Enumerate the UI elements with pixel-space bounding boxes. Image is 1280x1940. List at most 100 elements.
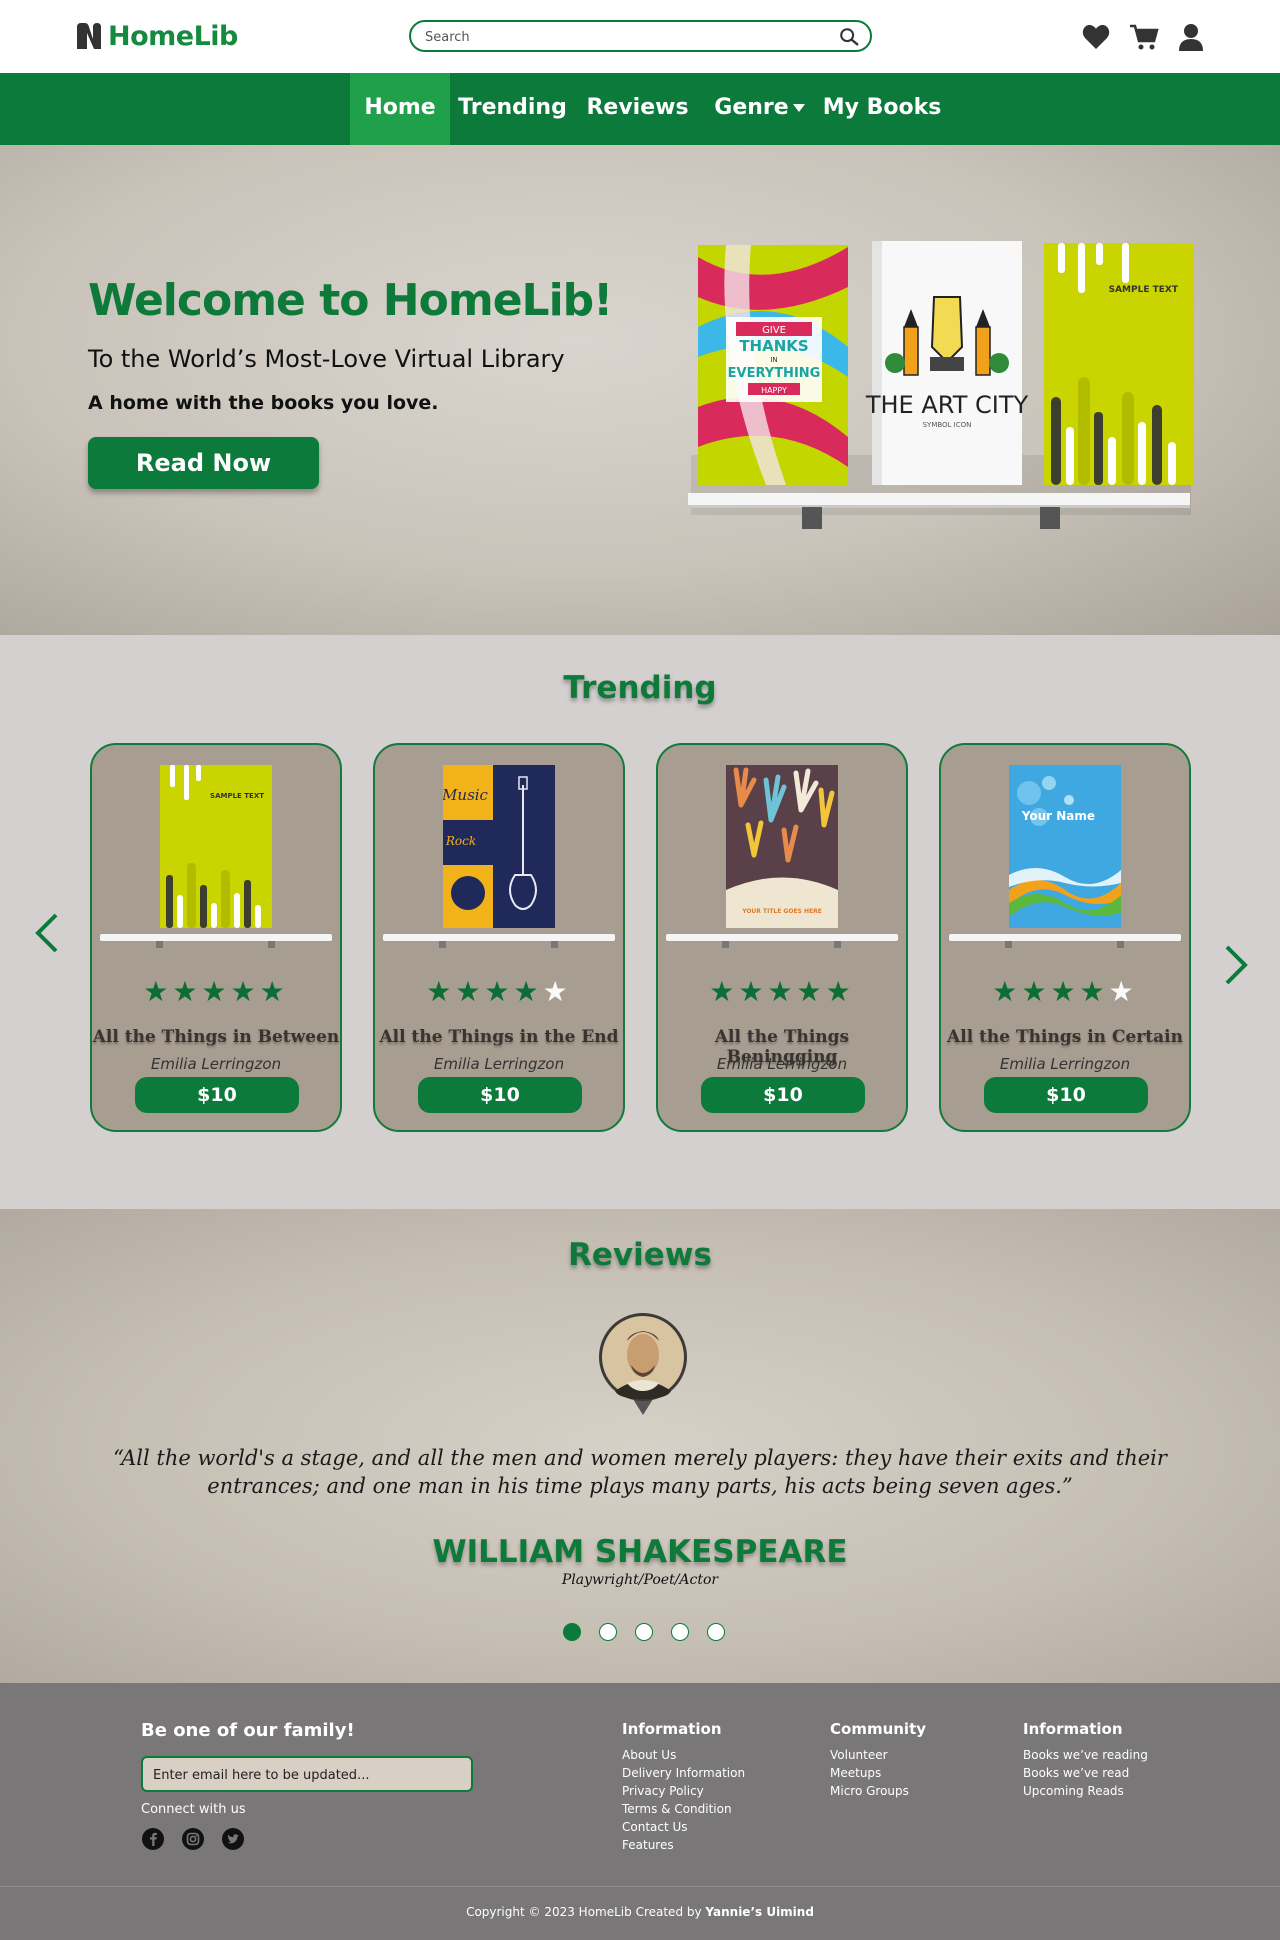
reviewer-name: WILLIAM SHAKESPEARE [432, 1534, 848, 1570]
star-icon: ★ [738, 975, 768, 1008]
carousel-dot[interactable] [707, 1623, 725, 1641]
star-icon: ★ [259, 975, 289, 1008]
book-card[interactable]: Music Rock ★★★★★ All the Things in the E… [373, 743, 625, 1132]
nav-item-my-books[interactable]: My Books [822, 73, 942, 145]
heart-icon[interactable] [1081, 22, 1111, 52]
reviewer-role: Playwright/Poet/Actor [561, 1572, 719, 1588]
star-icon: ★ [796, 975, 826, 1008]
cart-icon[interactable] [1129, 22, 1159, 52]
read-now-button[interactable]: Read Now [88, 437, 319, 489]
hero-book-3[interactable]: SAMPLE TEXT [1044, 243, 1194, 485]
carousel-dot[interactable] [635, 1623, 653, 1641]
footer-link[interactable]: Upcoming Reads [1023, 1784, 1124, 1798]
footer-link[interactable]: Volunteer [830, 1748, 888, 1762]
instagram-icon[interactable] [181, 1827, 205, 1851]
search-input[interactable] [425, 27, 825, 47]
book-cover[interactable]: SAMPLE TEXT [160, 765, 272, 928]
nav-item-genre-label: Genre [714, 95, 789, 120]
copyright-author[interactable]: Yannie’s Uimind [705, 1905, 814, 1919]
hero-book-1-text-1: GIVE [762, 325, 786, 336]
footer-link[interactable]: Micro Groups [830, 1784, 909, 1798]
carousel-dot[interactable] [671, 1623, 689, 1641]
chevron-left-icon[interactable] [32, 911, 62, 955]
logo-icon [77, 23, 101, 49]
reviews-section: Reviews “All the world's a stage, and al… [0, 1209, 1280, 1683]
nav-item-home[interactable]: Home [350, 73, 450, 145]
email-field-wrapper[interactable] [141, 1756, 473, 1792]
star-icon: ★ [1079, 975, 1109, 1008]
main-nav: Home Trending Reviews Genre My Books [0, 73, 1280, 145]
star-icon: ★ [230, 975, 260, 1008]
reviewer-avatar [599, 1313, 687, 1415]
trending-section: Trending SAMPLE TEXT ★★★★★ All the Thing… [0, 635, 1280, 1209]
price-button[interactable]: $10 [701, 1077, 865, 1113]
footer-divider [0, 1886, 1280, 1887]
book-cover[interactable]: YOUR TITLE GOES HERE [726, 765, 838, 928]
book-cover-text: Music [443, 786, 489, 804]
carousel-dot[interactable] [599, 1623, 617, 1641]
facebook-icon[interactable] [141, 1827, 165, 1851]
connect-label: Connect with us [141, 1802, 246, 1817]
footer-link[interactable]: Books we’ve read [1023, 1766, 1129, 1780]
star-icon: ★ [484, 975, 514, 1008]
book-cover[interactable]: Your Name [1009, 765, 1121, 928]
hero-book-1-text-2: THANKS [739, 337, 808, 355]
footer-link[interactable]: Delivery Information [622, 1766, 745, 1780]
footer-link[interactable]: Features [622, 1838, 674, 1852]
hero-book-2[interactable]: THE ART CITY SYMBOL ICON [865, 241, 1029, 485]
nav-item-trending[interactable]: Trending [455, 73, 570, 145]
price-button[interactable]: $10 [135, 1077, 299, 1113]
star-icon: ★ [513, 975, 543, 1008]
copyright-text: Copyright © 2023 HomeLib Created by [466, 1905, 702, 1919]
star-empty-icon: ★ [1108, 975, 1138, 1008]
footer-column-title: Information [622, 1720, 722, 1738]
book-title[interactable]: All the Things in the End [375, 1027, 623, 1047]
book-card[interactable]: Your Name ★★★★★ All the Things in Certai… [939, 743, 1191, 1132]
book-cover[interactable]: Music Rock [443, 765, 555, 928]
footer-link[interactable]: Privacy Policy [622, 1784, 704, 1798]
book-title[interactable]: All the Things in Between [92, 1027, 340, 1047]
star-icon: ★ [767, 975, 797, 1008]
price-button[interactable]: $10 [418, 1077, 582, 1113]
carousel-dot[interactable] [563, 1623, 581, 1641]
footer-link[interactable]: Meetups [830, 1766, 881, 1780]
footer-link[interactable]: Contact Us [622, 1820, 688, 1834]
star-icon: ★ [172, 975, 202, 1008]
hero-book-2-subtitle: SYMBOL ICON [923, 421, 972, 429]
user-icon[interactable] [1176, 22, 1206, 52]
hero-book-1-text-3: IN [770, 356, 777, 364]
email-field[interactable] [153, 1766, 463, 1784]
book-author: Emilia Lerringzon [999, 1055, 1131, 1073]
nav-item-genre[interactable]: Genre [712, 73, 807, 145]
star-icon: ★ [455, 975, 485, 1008]
star-icon: ★ [1021, 975, 1051, 1008]
bookshelf-illustration: GIVE THANKS IN EVERYTHING HAPPY THE ART … [688, 241, 1194, 529]
twitter-icon[interactable] [221, 1827, 245, 1851]
book-card[interactable]: SAMPLE TEXT ★★★★★ All the Things in Betw… [90, 743, 342, 1132]
star-rating: ★★★★★ [92, 977, 340, 1007]
hero-tagline: A home with the books you love. [88, 392, 439, 414]
book-author: Emilia Lerringzon [716, 1055, 848, 1073]
footer-link[interactable]: Books we’ve reading [1023, 1748, 1148, 1762]
nav-item-reviews[interactable]: Reviews [585, 73, 690, 145]
card-shelf [383, 934, 615, 948]
book-cover-text: YOUR TITLE GOES HERE [741, 908, 822, 915]
star-icon: ★ [825, 975, 855, 1008]
footer-link[interactable]: About Us [622, 1748, 676, 1762]
card-shelf [100, 934, 332, 948]
footer-link[interactable]: Terms & Condition [622, 1802, 732, 1816]
reviews-title: Reviews [568, 1237, 712, 1273]
search-icon[interactable] [838, 26, 860, 48]
book-title[interactable]: All the Things in Certain [941, 1027, 1189, 1047]
chevron-right-icon[interactable] [1221, 943, 1251, 987]
carousel-dots [563, 1623, 725, 1643]
price-button[interactable]: $10 [984, 1077, 1148, 1113]
star-rating: ★★★★★ [941, 977, 1189, 1007]
hero-book-1[interactable]: GIVE THANKS IN EVERYTHING HAPPY [698, 245, 848, 485]
book-card[interactable]: YOUR TITLE GOES HERE ★★★★★ All the Thing… [656, 743, 908, 1132]
book-cover-text: SAMPLE TEXT [210, 792, 264, 800]
hero-title: Welcome to HomeLib! [88, 275, 613, 326]
hero-book-3-text: SAMPLE TEXT [1109, 285, 1179, 295]
logo[interactable]: HomeLib [74, 18, 238, 54]
search-bar[interactable] [409, 20, 872, 52]
